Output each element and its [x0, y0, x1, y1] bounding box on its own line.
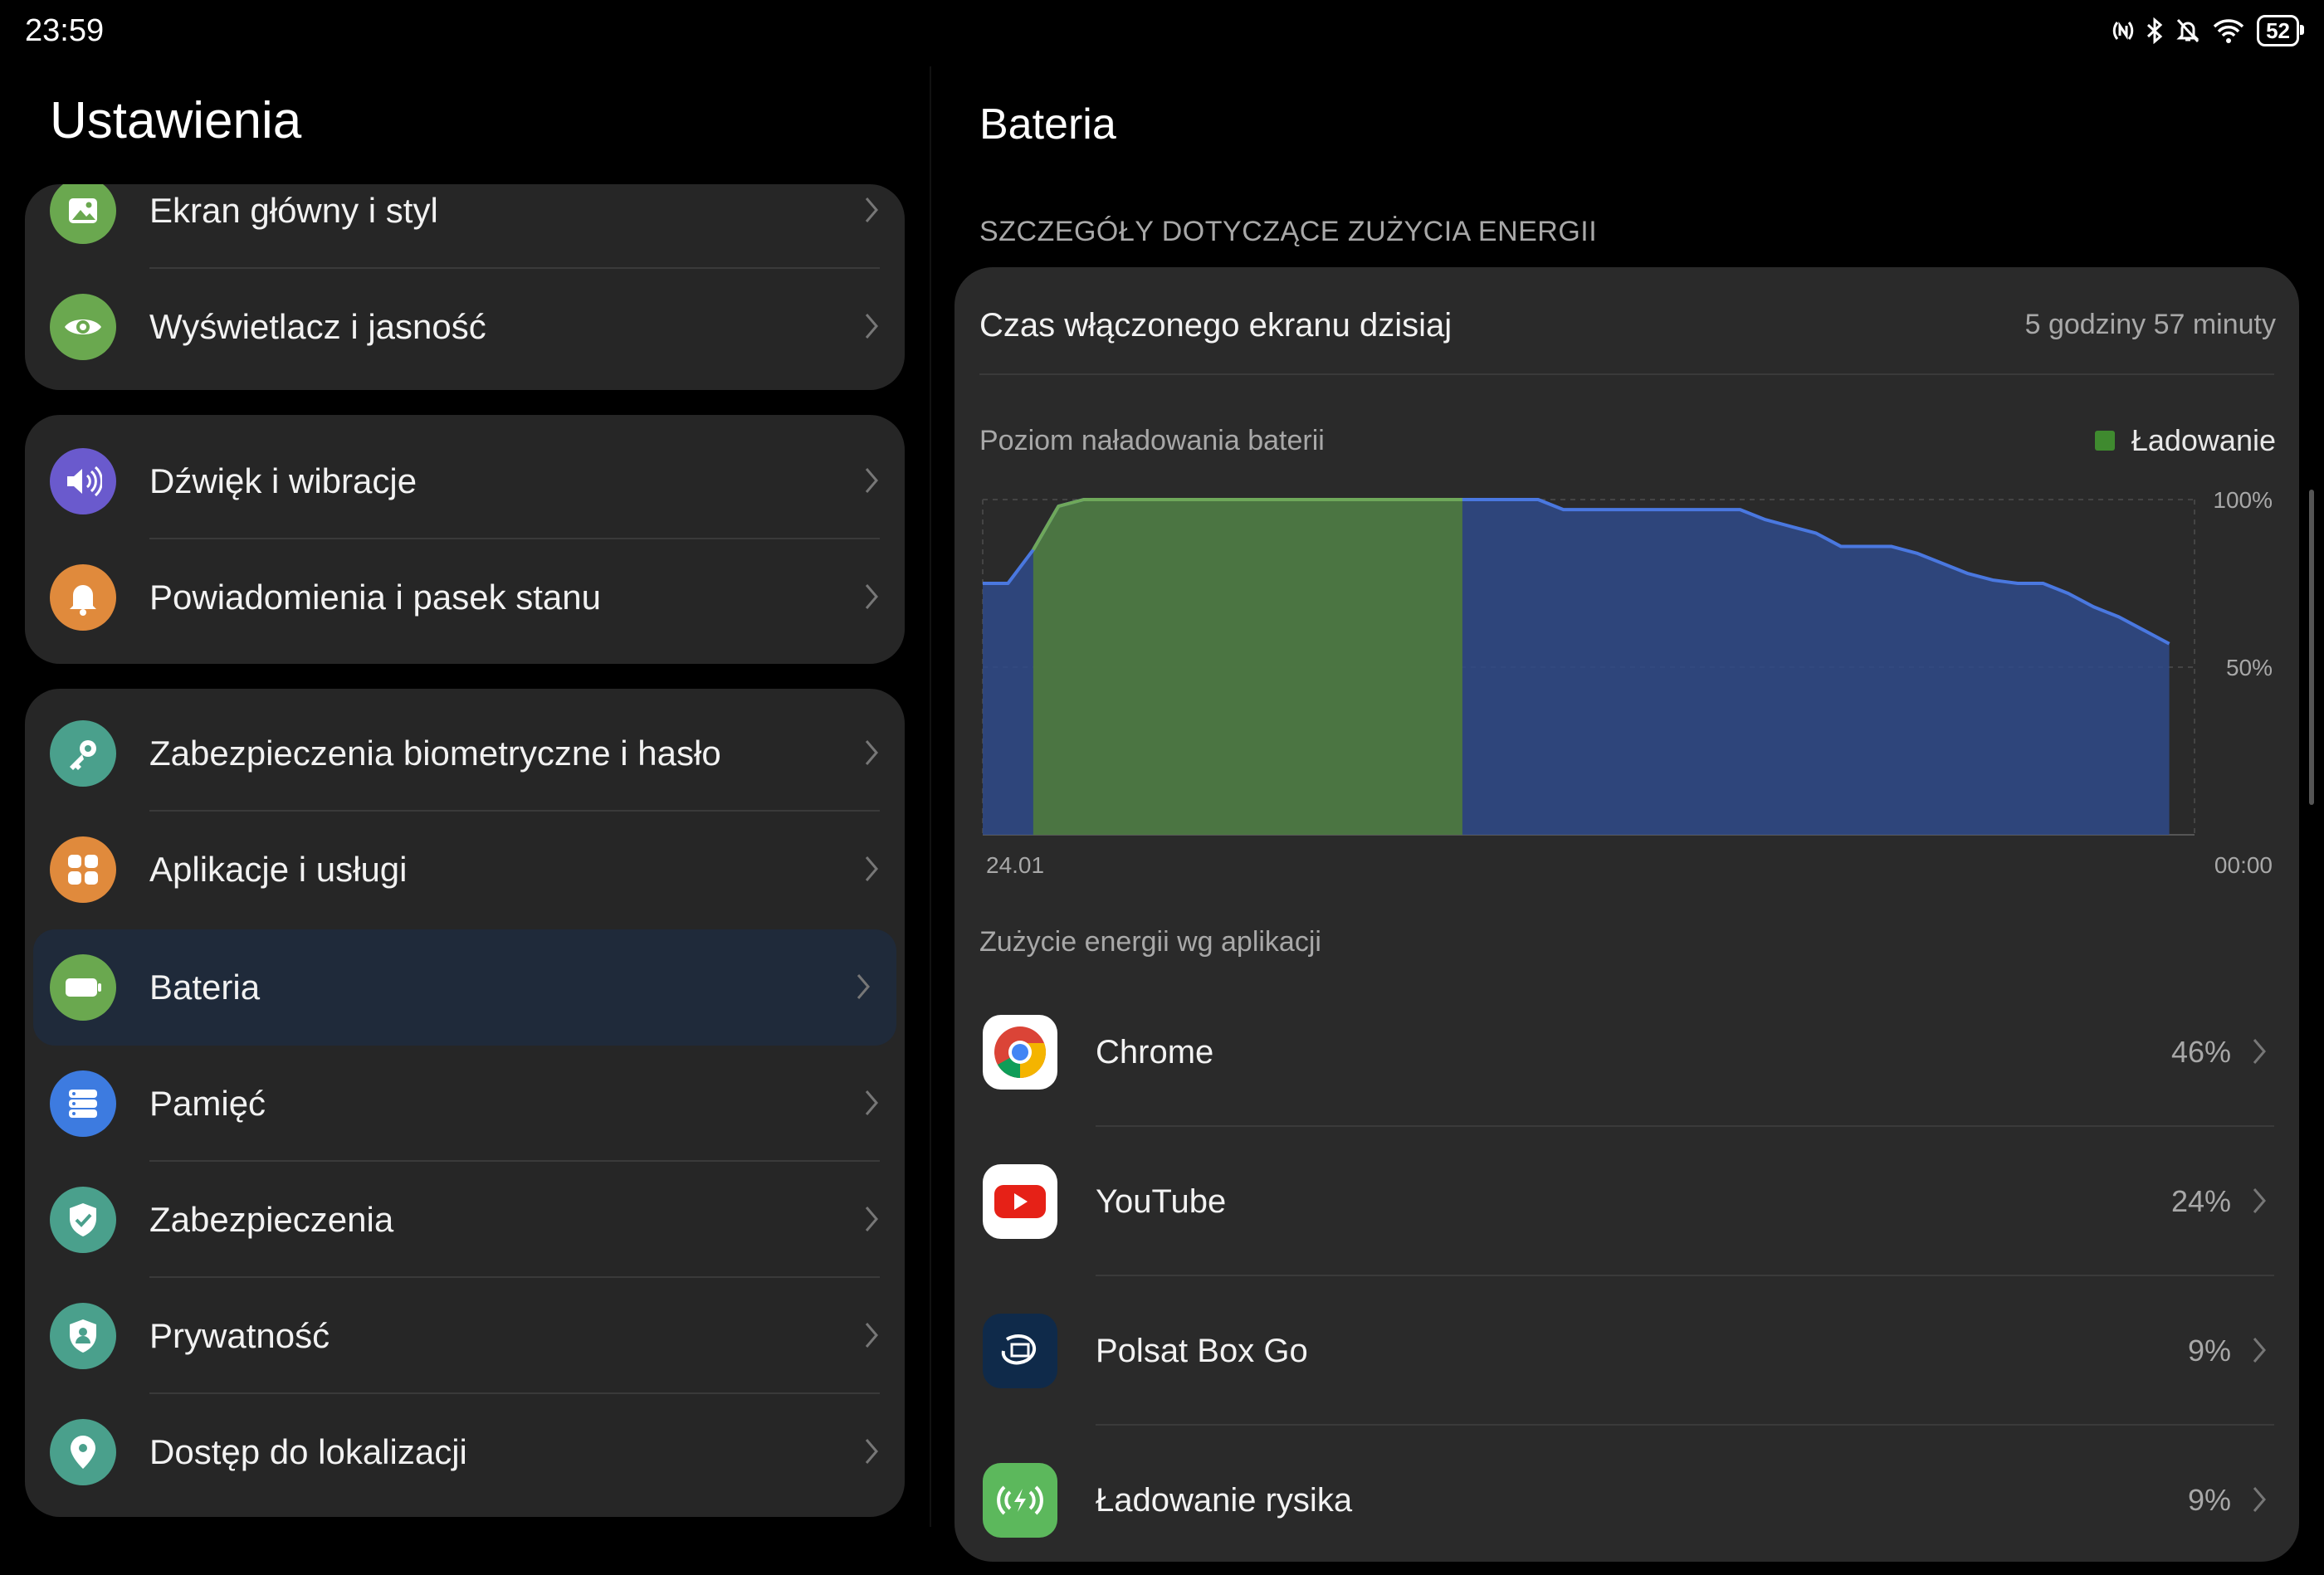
chevron-right-icon [2253, 1338, 2266, 1363]
scrollbar[interactable] [2309, 490, 2314, 805]
y-tick-label: 50% [2226, 655, 2273, 680]
nfc-icon [2112, 22, 2134, 40]
settings-item-sound[interactable]: Dźwięk i wibracje [25, 423, 905, 539]
chevron-right-icon [865, 468, 878, 493]
privacy-icon [50, 1303, 116, 1369]
settings-group-2: Dźwięk i wibracje Powiadomienia i pasek … [25, 415, 905, 664]
settings-item-label: Dostęp do lokalizacji [149, 1432, 467, 1471]
speaker-icon [50, 448, 116, 514]
app-usage-item-polsat-box-go[interactable]: Polsat Box Go 9% [979, 1276, 2274, 1426]
settings-item-notifications[interactable]: Powiadomienia i pasek stanu [25, 539, 905, 656]
settings-item-label: Pamięć [149, 1084, 266, 1123]
battery-level-chart[interactable]: 100% 50% 24.01 00:00 [963, 481, 2291, 880]
settings-item-label: Zabezpieczenia biometryczne i hasło [149, 734, 721, 773]
chevron-right-icon [865, 740, 878, 765]
legend-label: Ładowanie [2131, 423, 2276, 457]
app-name: Ładowanie rysika [1096, 1482, 1353, 1519]
settings-item-location[interactable]: Dostęp do lokalizacji [25, 1394, 905, 1510]
chevron-right-icon [865, 1207, 878, 1231]
eye-icon [50, 294, 116, 360]
settings-item-label: Powiadomienia i pasek stanu [149, 578, 601, 617]
chevron-right-icon [865, 1090, 878, 1115]
shield-check-icon [50, 1187, 116, 1253]
chevron-right-icon [2253, 1188, 2266, 1213]
app-percent: 46% [2170, 1035, 2231, 1069]
settings-item-privacy[interactable]: Prywatność [25, 1278, 905, 1394]
wallpaper-icon [50, 184, 116, 244]
settings-item-home-screen[interactable]: Ekran główny i styl [25, 184, 905, 269]
settings-item-label: Ekran główny i styl [149, 191, 438, 230]
settings-item-apps[interactable]: Aplikacje i usługi [25, 812, 905, 928]
divider [979, 373, 2274, 375]
x-tick-label: 24.01 [986, 852, 1044, 878]
chevron-right-icon [2253, 1039, 2266, 1064]
app-usage-item-chrome[interactable]: Chrome 46% [979, 978, 2274, 1127]
wifi-icon [2213, 19, 2244, 43]
app-percent: 9% [2187, 1334, 2231, 1368]
settings-item-label: Dźwięk i wibracje [149, 461, 417, 500]
battery-indicator: 52 [2257, 15, 2304, 46]
settings-item-display[interactable]: Wyświetlacz i jasność [25, 269, 905, 385]
app-usage-item-stylus-charging[interactable]: Ładowanie rysika 9% [979, 1426, 2274, 1575]
chevron-right-icon [857, 974, 870, 999]
page-title: Ustawienia [50, 92, 302, 149]
settings-item-battery[interactable]: Bateria [33, 929, 896, 1046]
app-percent: 24% [2170, 1184, 2231, 1218]
x-tick-label: 00:00 [2214, 852, 2273, 878]
polsat-box-go-icon [983, 1314, 1057, 1388]
app-name: Chrome [1096, 1034, 1214, 1070]
settings-item-label: Prywatność [149, 1316, 330, 1355]
chevron-right-icon [2253, 1487, 2266, 1512]
youtube-icon [983, 1164, 1057, 1239]
mute-icon [2176, 18, 2200, 43]
battery-icon [50, 954, 116, 1021]
settings-item-storage[interactable]: Pamięć [25, 1046, 905, 1162]
settings-item-label: Zabezpieczenia [149, 1200, 394, 1239]
settings-item-label: Bateria [149, 968, 261, 1007]
chevron-right-icon [865, 1439, 878, 1464]
chevron-right-icon [865, 197, 878, 222]
chart-legend: Ładowanie [2094, 423, 2276, 458]
settings-item-security[interactable]: Zabezpieczenia [25, 1162, 905, 1278]
status-icons: 52 [2112, 15, 2304, 46]
bell-icon [50, 564, 116, 631]
storage-icon [50, 1070, 116, 1137]
pane-divider [930, 66, 931, 1527]
detail-title: Bateria [979, 100, 1116, 149]
screen-time-label: Czas włączonego ekranu dzisiaj [979, 307, 1452, 344]
chevron-right-icon [865, 314, 878, 339]
app-usage-item-youtube[interactable]: YouTube 24% [979, 1127, 2274, 1276]
charging-area [1033, 500, 1462, 835]
location-icon [50, 1419, 116, 1485]
chrome-icon [983, 1015, 1057, 1090]
legend-swatch-charging [2094, 431, 2115, 451]
chevron-right-icon [865, 856, 878, 881]
bluetooth-icon [2147, 17, 2163, 44]
apps-icon [50, 836, 116, 903]
app-name: Polsat Box Go [1096, 1333, 1308, 1369]
settings-group-1: Ekran główny i styl Wyświetlacz i jasnoś… [25, 184, 905, 390]
section-caption: SZCZEGÓŁY DOTYCZĄCE ZUŻYCIA ENERGII [979, 216, 1598, 247]
y-tick-label: 100% [2213, 487, 2273, 513]
chart-title: Poziom naładowania baterii [979, 425, 1325, 456]
settings-item-label: Wyświetlacz i jasność [149, 307, 486, 346]
settings-item-biometrics[interactable]: Zabezpieczenia biometryczne i hasło [25, 695, 905, 812]
status-time: 23:59 [25, 13, 105, 48]
settings-group-3: Zabezpieczenia biometryczne i hasło Apli… [25, 689, 905, 1517]
chevron-right-icon [865, 1323, 878, 1348]
chevron-right-icon [865, 584, 878, 609]
app-name: YouTube [1096, 1183, 1227, 1220]
screen-time-value: 5 godziny 57 minuty [2024, 309, 2276, 340]
key-icon [50, 720, 116, 787]
settings-item-label: Aplikacje i usługi [149, 850, 408, 889]
app-percent: 9% [2187, 1483, 2231, 1517]
apps-caption: Zużycie energii wg aplikacji [979, 926, 1321, 958]
